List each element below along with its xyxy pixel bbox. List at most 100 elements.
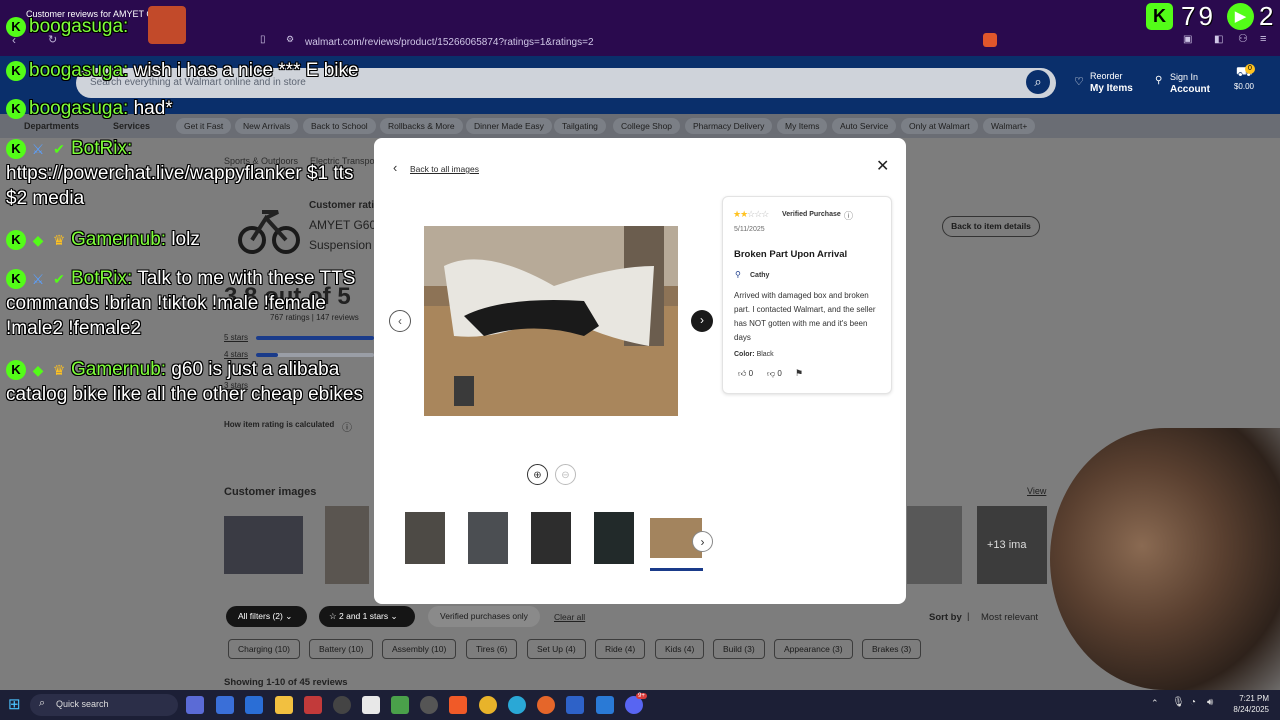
next-image-button[interactable]: › [691,310,713,332]
modal-thumb-4[interactable] [594,512,634,564]
info-icon[interactable]: ⓘ [342,419,352,434]
taskbar-app-7-icon[interactable] [362,696,380,714]
chat-text: g60 is just a alibaba [171,359,340,380]
chrome-icon[interactable] [479,696,497,714]
bookmark-icon[interactable]: ▯ [260,34,266,45]
nav-new-arrivals[interactable]: New Arrivals [235,118,299,134]
prev-image-button[interactable]: ‹ [389,310,411,332]
thumbs-next-button[interactable]: › [692,531,713,552]
nav-back-to-school[interactable]: Back to School [303,118,376,134]
wifi-icon[interactable]: ◔ [1190,697,1196,708]
menu-icon[interactable]: ≡ [1260,33,1266,45]
chat-message: Kboogasuga: had* [6,96,173,121]
close-icon[interactable]: ✕ [876,156,889,176]
nav-my-items[interactable]: My Items [777,118,828,134]
chip-assembly[interactable]: Assembly (10) [382,639,457,659]
zoom-in-icon[interactable]: ⊕ [527,464,548,485]
helpful-button[interactable]: 👍︎ 0 [738,369,753,379]
thumbs-down-icon: 👎︎ [767,369,776,378]
chip-set-up[interactable]: Set Up (4) [527,639,586,659]
chip-tires[interactable]: Tires (6) [466,639,518,659]
modal-thumb-2[interactable] [468,512,508,564]
chip-ride[interactable]: Ride (4) [595,639,646,659]
customer-images-heading: Customer images [224,486,317,498]
taskbar-app-2-icon[interactable] [216,696,234,714]
taskbar-app-14-icon[interactable] [566,696,584,714]
how-calculated[interactable]: How item rating is calculated [224,420,334,429]
chat-username: Gamernub: [71,359,167,380]
customer-image-2[interactable] [325,506,369,584]
microphone-icon[interactable]: 🎙︎ [1172,697,1185,708]
firefox-icon[interactable] [537,696,555,714]
chat-text: https://powerchat.live/wappyflanker $1 t… [6,163,354,184]
taskbar-app-3-icon[interactable] [245,696,263,714]
vscode-icon[interactable] [596,696,614,714]
color-value: Black [756,351,774,358]
chip-brakes[interactable]: Brakes (3) [862,639,922,659]
chip-appearance[interactable]: Appearance (3) [774,639,853,659]
extensions-icon[interactable]: ⚇ [1238,32,1248,45]
color-label: Color: [734,351,755,358]
nav-departments[interactable]: Departments [24,121,79,131]
all-filters-button[interactable]: All filters (2) ⌄ [226,606,307,627]
taskbar-app-6-icon[interactable] [333,696,351,714]
clock-date[interactable]: 8/24/2025 [1225,705,1269,714]
product-name: AMYET G60 [309,218,377,232]
sidebar-icon[interactable]: ◧ [1214,34,1223,45]
chip-battery[interactable]: Battery (10) [309,639,374,659]
screenshot-icon[interactable]: ▣ [1183,34,1192,45]
site-info-icon[interactable]: ⚙ [286,34,294,45]
chevron-left-icon[interactable]: ‹ [393,160,397,175]
cart-button[interactable]: ⛟ 0 $0.00 [1232,64,1256,93]
star-filter-button[interactable]: ☆ 2 and 1 stars ⌄ [319,606,415,627]
nav-only-at-walmart[interactable]: Only at Walmart [901,118,978,134]
search-icon[interactable]: ⌕ [1026,70,1050,94]
clock-time[interactable]: 7:21 PM [1231,694,1269,703]
nav-auto-service[interactable]: Auto Service [832,118,897,134]
file-explorer-icon[interactable] [275,696,293,714]
account-link[interactable]: ⚲ Sign In Account [1155,71,1210,96]
customer-image-1[interactable] [224,516,303,574]
taskbar-app-5-icon[interactable] [304,696,322,714]
unhelpful-button[interactable]: 👎︎ 0 [767,369,782,379]
nav-walmart-plus[interactable]: Walmart+ [983,118,1036,134]
taskbar-app-8-icon[interactable] [391,696,409,714]
report-flag-icon[interactable]: ⚑ [795,368,803,379]
nav-college-shop[interactable]: College Shop [613,118,681,134]
back-to-all-images-link[interactable]: Back to all images [410,164,479,174]
nav-pharmacy[interactable]: Pharmacy Delivery [685,118,773,134]
obs-icon[interactable] [420,696,438,714]
modal-thumb-1[interactable] [405,512,445,564]
address-bar[interactable]: ‹ ↻ ▯ ⚙ walmart.com/reviews/product/1526… [0,30,1280,56]
tray-chevron-icon[interactable]: ⌃ [1151,698,1159,709]
reorder-link[interactable]: ♡ Reorder My Items [1074,70,1133,95]
nav-tailgating[interactable]: Tailgating [554,118,606,134]
nav-dinner[interactable]: Dinner Made Easy [466,118,552,134]
brave-browser-icon[interactable] [449,696,467,714]
verified-filter-toggle[interactable]: Verified purchases only [428,606,540,627]
volume-icon[interactable]: 🔊︎ [1207,697,1213,708]
nav-get-it-fast[interactable]: Get it Fast [176,118,232,134]
clear-all-link[interactable]: Clear all [554,612,585,622]
modal-thumb-3[interactable] [531,512,571,564]
sort-select[interactable]: Most relevant [981,612,1038,623]
chip-build[interactable]: Build (3) [713,639,765,659]
view-all-link[interactable]: View [1027,486,1046,496]
windows-start-icon[interactable]: ⊞ [8,695,21,713]
taskbar-app-1-icon[interactable] [186,696,204,714]
chip-kids[interactable]: Kids (4) [655,639,705,659]
back-to-item-button[interactable]: Back to item details [942,216,1040,237]
nav-services[interactable]: Services [113,121,150,131]
url-text[interactable]: walmart.com/reviews/product/15266065874?… [305,37,594,48]
info-icon[interactable]: ⓘ [844,209,853,222]
chat-message: K ◆ ♛ Gamernub: lolz [6,227,200,252]
nav-rollbacks[interactable]: Rollbacks & More [380,118,463,134]
brave-shield-icon[interactable] [983,33,997,47]
user-icon: ⚲ [1155,75,1163,86]
customer-image-7[interactable] [907,506,962,584]
main-review-image [424,226,678,416]
chip-charging[interactable]: Charging (10) [228,639,300,659]
edge-icon[interactable] [508,696,526,714]
zoom-out-icon[interactable]: ⊖ [555,464,576,485]
more-images-tile[interactable]: +13 ima [977,506,1047,584]
